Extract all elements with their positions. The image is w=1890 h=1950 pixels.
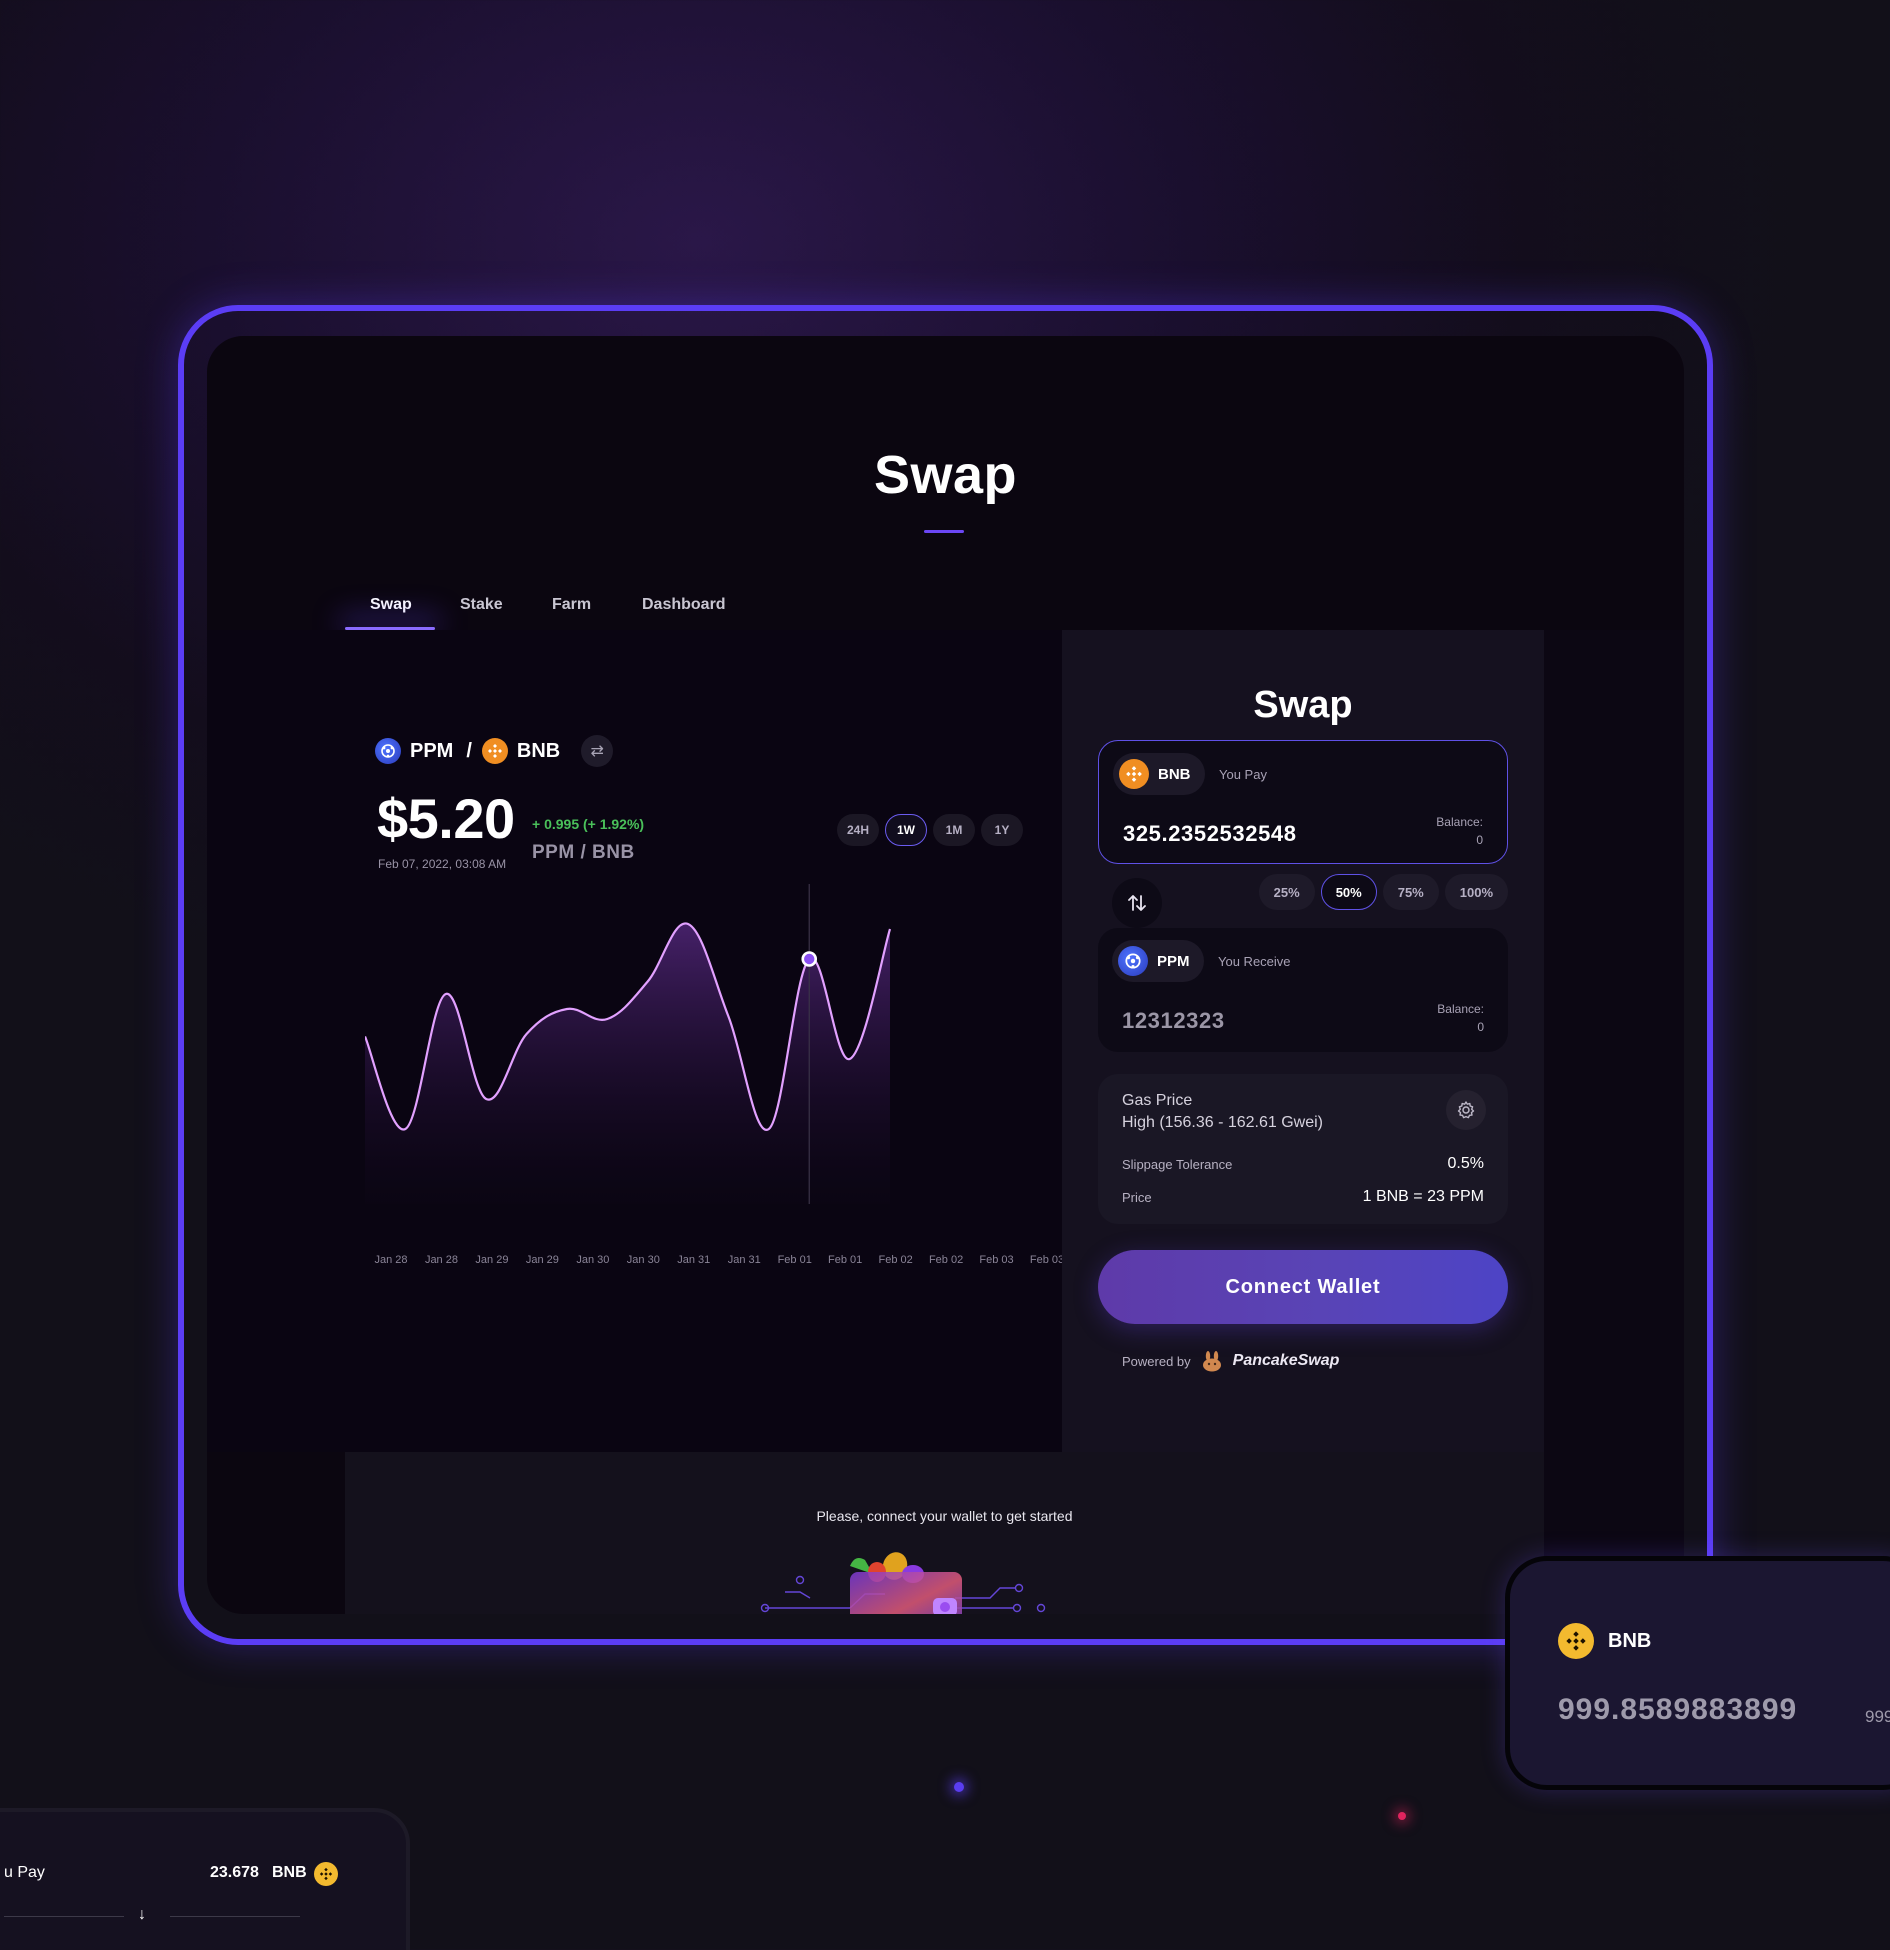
float-token-name: BNB [1608, 1629, 1652, 1652]
range-24h-button[interactable]: 24H [837, 814, 879, 846]
bnb-token-icon [314, 1862, 338, 1886]
percent-75-button[interactable]: 75% [1382, 874, 1439, 910]
swap-widget: Swap BNB You Pay 325.2352532548 Balance:… [1062, 630, 1544, 1452]
wallet-illustration [760, 1552, 1046, 1614]
swap-vertical-icon [1128, 895, 1146, 911]
tab-farm[interactable]: Farm [552, 596, 591, 614]
float-amount: 999.8589883899 [1558, 1693, 1798, 1726]
mini-pay-amount: 23.678 [210, 1864, 259, 1881]
connect-wallet-button[interactable]: Connect Wallet [1098, 1250, 1508, 1324]
powered-by-label: Powered by [1122, 1353, 1191, 1369]
mini-pay-card: u Pay 23.678 BNB ↓ [0, 1808, 410, 1950]
price-chart[interactable] [365, 884, 1055, 1204]
side-strip [1544, 630, 1684, 1614]
percent-selector: 25% 50% 75% 100% [1258, 874, 1508, 910]
gas-price-title: Gas Price [1122, 1092, 1193, 1109]
gear-icon [1457, 1101, 1475, 1119]
mini-pay-token: BNB [272, 1864, 307, 1881]
chart-x-tick-label: Jan 30 [576, 1254, 610, 1266]
slippage-label: Slippage Tolerance [1122, 1157, 1233, 1172]
range-1w-button[interactable]: 1W [885, 814, 927, 846]
range-selector: 24H 1W 1M 1Y [837, 814, 1023, 846]
chart-x-tick-label: Jan 28 [374, 1254, 408, 1266]
pay-amount-input[interactable]: 325.2352532548 [1123, 821, 1297, 847]
chart-x-axis: Jan 28 Jan 28 Jan 29 Jan 29 Jan 30 Jan 30 Jan … [365, 1254, 1064, 1274]
divider [4, 1916, 124, 1917]
percent-100-button[interactable]: 100% [1444, 874, 1508, 910]
chart-x-tick-label: Jan 30 [626, 1254, 660, 1266]
tab-stake[interactable]: Stake [460, 596, 503, 614]
gas-settings-box: Gas Price High (156.36 - 162.61 Gwei) Sl… [1098, 1074, 1508, 1224]
receive-box[interactable]: PPM You Receive 12312323 Balance: 0 [1098, 928, 1508, 1052]
page-title: Swap [873, 445, 1018, 505]
pair-base: PPM [410, 739, 454, 762]
chart-x-tick-label: Jan 31 [727, 1254, 761, 1266]
mini-pay-label: u Pay [4, 1864, 45, 1881]
price-date: Feb 07, 2022, 03:08 AM [378, 857, 507, 871]
receive-balance-value: 0 [1477, 1020, 1484, 1034]
connect-wallet-message: Please, connect your wallet to get start… [816, 1508, 1073, 1524]
slippage-value[interactable]: 0.5% [1448, 1155, 1484, 1173]
swap-arrows-icon[interactable]: ⇄ [581, 735, 614, 767]
pay-label: You Pay [1219, 767, 1267, 782]
title-underline [924, 530, 964, 533]
pay-balance-value: 0 [1476, 833, 1483, 847]
pair-separator: / [466, 739, 472, 762]
chart-x-tick-label: Jan 28 [424, 1254, 458, 1266]
chart-x-tick-label: Feb 03 [1029, 1254, 1065, 1266]
float-token: BNB [1558, 1623, 1651, 1659]
app-screen: Swap Swap Stake Farm Dashboard PPM / BNB… [207, 336, 1684, 1614]
chart-x-tick-label: Jan 29 [475, 1254, 509, 1266]
pancake-bunny-icon [1202, 1351, 1221, 1372]
chart-x-tick-label: Feb 01 [828, 1254, 863, 1266]
ambient-dot [954, 1782, 964, 1792]
settings-button[interactable] [1446, 1090, 1486, 1130]
chart-x-tick-label: Feb 03 [979, 1254, 1014, 1266]
price-value: $5.20 [377, 787, 515, 850]
pair-quote: BNB [516, 739, 561, 762]
bnb-token-icon [481, 738, 508, 764]
range-1y-button[interactable]: 1Y [981, 814, 1023, 846]
flip-direction-button[interactable] [1112, 878, 1162, 928]
powered-by: Powered by PancakeSwap [1122, 1350, 1339, 1372]
price-change: + 0.995 (+ 1.92%) [532, 816, 645, 832]
chart-x-tick-label: Feb 02 [928, 1254, 964, 1266]
divider [170, 1916, 300, 1917]
pay-balance-label: Balance: [1436, 815, 1483, 829]
pay-token-selector[interactable]: BNB [1113, 753, 1205, 795]
pay-box[interactable]: BNB You Pay 325.2352532548 Balance: 0 [1098, 740, 1508, 864]
percent-50-button[interactable]: 50% [1320, 874, 1377, 910]
chart-x-tick-label: Feb 01 [777, 1254, 812, 1266]
range-1m-button[interactable]: 1M [933, 814, 975, 846]
gas-price-level: High (156.36 - 162.61 Gwei) [1122, 1114, 1323, 1131]
float-amount-partial: 999 [1865, 1707, 1890, 1726]
tab-dashboard[interactable]: Dashboard [642, 596, 726, 614]
tab-swap[interactable]: Swap [370, 596, 412, 614]
price-rate-value: 1 BNB = 23 PPM [1362, 1188, 1484, 1205]
chart-x-tick-label: Jan 31 [677, 1254, 711, 1266]
floating-token-card: BNB 999.8589883899 999 [1505, 1556, 1890, 1790]
price-label: Price [1122, 1190, 1152, 1205]
percent-25-button[interactable]: 25% [1258, 874, 1315, 910]
wallet-prompt-section: Please, connect your wallet to get start… [345, 1452, 1544, 1614]
swap-widget-title: Swap [1253, 684, 1353, 726]
arrow-down-icon: ↓ [138, 1906, 146, 1923]
price-pair-label: PPM / BNB [532, 842, 635, 863]
receive-balance-label: Balance: [1437, 1002, 1484, 1016]
ppm-token-icon [1118, 946, 1148, 976]
chart-point[interactable] [801, 951, 818, 967]
bnb-token-icon [1558, 1623, 1594, 1659]
receive-token-name: PPM [1157, 952, 1190, 970]
bnb-token-icon [1119, 759, 1149, 789]
pair-header: PPM / BNB ⇄ [375, 735, 614, 767]
chart-x-tick-label: Feb 02 [878, 1254, 913, 1266]
ambient-dot [1398, 1812, 1406, 1820]
receive-token-selector[interactable]: PPM [1112, 940, 1204, 982]
chart-x-tick-label: Jan 29 [525, 1254, 559, 1266]
receive-label: You Receive [1218, 954, 1291, 969]
pay-token-name: BNB [1158, 765, 1191, 783]
ppm-token-icon [375, 738, 401, 764]
receive-amount-input[interactable]: 12312323 [1122, 1008, 1225, 1034]
pancakeswap-name: PancakeSwap [1232, 1352, 1340, 1369]
